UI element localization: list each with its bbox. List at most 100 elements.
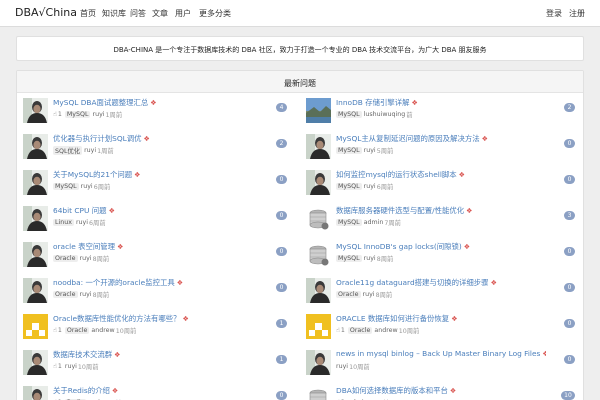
avatar[interactable] (306, 206, 331, 231)
register-link[interactable]: 注册 (569, 8, 585, 19)
avatar[interactable] (23, 98, 48, 123)
nav-articles[interactable]: 文章 (152, 8, 168, 19)
avatar[interactable] (306, 386, 331, 400)
topic-title-link[interactable]: Oracle数据库性能优化的方法有哪些？ ❖ (53, 313, 263, 324)
author-link[interactable]: ruyi (80, 291, 92, 298)
topic-item[interactable]: 优化器与执行计划SQL调优 ❖ SQL优化 ruyi 1周前 2 (17, 130, 300, 165)
topic-title-link[interactable]: 优化器与执行计划SQL调优 ❖ (53, 133, 263, 144)
topic-title-link[interactable]: 64bit CPU 问题 ❖ (53, 205, 263, 216)
topic-item[interactable]: noodba: 一个开源的oracle监控工具 ❖ Oracle ruyi 8周前 0 (17, 274, 300, 309)
topic-item[interactable]: 关于MySQL的21个问题 ❖ MySQL ruyi 6周前 0 (17, 166, 300, 201)
topic-title-link[interactable]: news in mysql binlog – Back Up Master Bi… (336, 349, 546, 358)
topic-title-link[interactable]: ORACLE 数据库如何进行备份恢复 ❖ (336, 313, 546, 324)
avatar[interactable] (306, 314, 331, 339)
author-link[interactable]: ruyi (364, 147, 376, 154)
topic-title-text[interactable]: MySQL InnoDB's gap locks(间隙锁) (336, 242, 462, 251)
topic-item[interactable]: DBA如何选择数据库的版本和平台❖☝2admin10周前10 (300, 382, 583, 400)
nav-questions[interactable]: 问答 (130, 8, 146, 19)
avatar[interactable] (23, 386, 48, 400)
topic-item[interactable]: 如何监控mysql的运行状态shell脚本 ❖ MySQL ruyi 6周前 0 (300, 166, 583, 201)
nav-users[interactable]: 用户 (175, 8, 191, 19)
topic-title-link[interactable]: DBA如何选择数据库的版本和平台 ❖ (336, 385, 546, 396)
login-link[interactable]: 登录 (546, 8, 562, 19)
author-link[interactable]: ruyi (363, 291, 375, 298)
topic-title-text[interactable]: 优化器与执行计划SQL调优 (53, 134, 142, 143)
avatar[interactable] (23, 350, 48, 375)
topic-title-text[interactable]: DBA如何选择数据库的版本和平台 (336, 386, 448, 395)
topic-title-link[interactable]: Oracle11g dataguard搭建与切换的详细步骤 ❖ (336, 277, 546, 288)
topic-title-text[interactable]: InnoDB 存储引擎详解 (336, 98, 410, 107)
topic-tag[interactable]: MySQL (336, 219, 362, 226)
topic-tag[interactable]: MySQL (336, 147, 362, 154)
author-link[interactable]: andrew (91, 327, 114, 334)
topic-title-text[interactable]: 64bit CPU 问题 (53, 206, 107, 215)
avatar[interactable] (23, 170, 48, 195)
author-link[interactable]: ruyi (364, 183, 376, 190)
topic-title-link[interactable]: 关于MySQL的21个问题 ❖ (53, 169, 263, 180)
topic-item[interactable]: MySQL InnoDB's gap locks(间隙锁) ❖ MySQL ruyi 8… (300, 238, 583, 273)
avatar[interactable] (23, 206, 48, 231)
topic-title-link[interactable]: 数据库服务器硬件选型与配置/性能优化 ❖ (336, 205, 546, 216)
avatar[interactable] (306, 134, 331, 159)
avatar[interactable] (23, 134, 48, 159)
avatar[interactable] (23, 278, 48, 303)
author-link[interactable]: ruyi (336, 363, 348, 370)
topic-title-text[interactable]: 关于Redis的介绍 (53, 386, 110, 395)
author-link[interactable]: admin (364, 219, 384, 226)
nav-home[interactable]: 首页 (80, 8, 96, 19)
topic-item[interactable]: oracle 表空间管理 ❖ Oracle ruyi 8周前 0 (17, 238, 300, 273)
topic-item[interactable]: Oracle11g dataguard搭建与切换的详细步骤 ❖ Oracle ruyi… (300, 274, 583, 309)
topic-tag[interactable]: MySQL (53, 183, 79, 190)
topic-title-text[interactable]: 数据库服务器硬件选型与配置/性能优化 (336, 206, 464, 215)
avatar[interactable] (23, 314, 48, 339)
topic-tag[interactable]: MySQL (336, 255, 362, 262)
topic-tag[interactable]: Oracle (347, 327, 373, 334)
topic-title-text[interactable]: Oracle11g dataguard搭建与切换的详细步骤 (336, 278, 489, 287)
author-link[interactable]: lushuiwuqing (364, 111, 406, 118)
topic-title-text[interactable]: news in mysql binlog – Back Up Master Bi… (336, 349, 540, 358)
topic-item[interactable]: MySQL DBA面试题整理汇总 ❖ ☝ 1 MySQL ruyi 1周前 4 (17, 94, 300, 129)
topic-title-text[interactable]: 数据库技术交流群 (53, 350, 112, 359)
author-link[interactable]: ruyi (84, 147, 96, 154)
avatar[interactable] (23, 242, 48, 267)
topic-item[interactable]: 数据库服务器硬件选型与配置/性能优化 ❖ MySQL admin 7周前 3 (300, 202, 583, 237)
topic-title-link[interactable]: MySQL InnoDB's gap locks(间隙锁) ❖ (336, 241, 546, 252)
topic-title-text[interactable]: ORACLE 数据库如何进行备份恢复 (336, 314, 449, 323)
author-link[interactable]: andrew (374, 327, 397, 334)
topic-item[interactable]: Oracle数据库性能优化的方法有哪些？ ❖ ☝ 1 Oracle andrew 10周前 1 (17, 310, 300, 345)
topic-item[interactable]: 64bit CPU 问题 ❖ Linux ruyi 6周前 0 (17, 202, 300, 237)
author-link[interactable]: ruyi (76, 219, 88, 226)
topic-title-link[interactable]: MySQL主从复制延迟问题的原因及解决方法 ❖ (336, 133, 546, 144)
topic-tag[interactable]: Linux (53, 219, 74, 226)
nav-knowledge[interactable]: 知识库 (102, 8, 126, 19)
topic-title-link[interactable]: oracle 表空间管理 ❖ (53, 241, 263, 252)
author-link[interactable]: ruyi (81, 183, 93, 190)
topic-title-text[interactable]: 关于MySQL的21个问题 (53, 170, 132, 179)
nav-categories[interactable]: 更多分类 (199, 8, 231, 19)
topic-title-link[interactable]: InnoDB 存储引擎详解 ❖ (336, 97, 546, 108)
topic-tag[interactable]: Oracle (53, 291, 78, 298)
topic-title-text[interactable]: Oracle数据库性能优化的方法有哪些？ (53, 314, 181, 323)
author-link[interactable]: ruyi (65, 363, 77, 370)
site-logo[interactable]: DBA√China (15, 6, 77, 19)
topic-item[interactable]: InnoDB 存储引擎详解 ❖ MySQL lushuiwuqing 前 2 (300, 94, 583, 129)
avatar[interactable] (306, 170, 331, 195)
topic-tag[interactable]: Oracle (64, 327, 90, 334)
topic-title-link[interactable]: 如何监控mysql的运行状态shell脚本 ❖ (336, 169, 546, 180)
topic-tag[interactable]: SQL优化 (53, 146, 83, 155)
topic-title-link[interactable]: 数据库技术交流群 ❖ (53, 349, 263, 360)
topic-title-link[interactable]: MySQL DBA面试题整理汇总 ❖ (53, 97, 263, 108)
topic-tag[interactable]: MySQL (336, 183, 362, 190)
avatar[interactable] (306, 350, 331, 375)
topic-tag[interactable]: MySQL (64, 111, 91, 118)
topic-item[interactable]: 数据库技术交流群 ❖ ☝ 1 ruyi 10周前 1 (17, 346, 300, 381)
topic-item[interactable]: news in mysql binlog – Back Up Master Bi… (300, 346, 583, 381)
topic-title-link[interactable]: noodba: 一个开源的oracle监控工具 ❖ (53, 277, 263, 288)
topic-title-text[interactable]: noodba: 一个开源的oracle监控工具 (53, 278, 175, 287)
topic-tag[interactable]: Oracle (53, 255, 78, 262)
topic-tag[interactable]: Oracle (336, 291, 361, 298)
topic-tag[interactable]: MySQL (336, 111, 362, 118)
avatar[interactable] (306, 98, 331, 123)
topic-title-text[interactable]: MySQL主从复制延迟问题的原因及解决方法 (336, 134, 480, 143)
avatar[interactable] (306, 242, 331, 267)
